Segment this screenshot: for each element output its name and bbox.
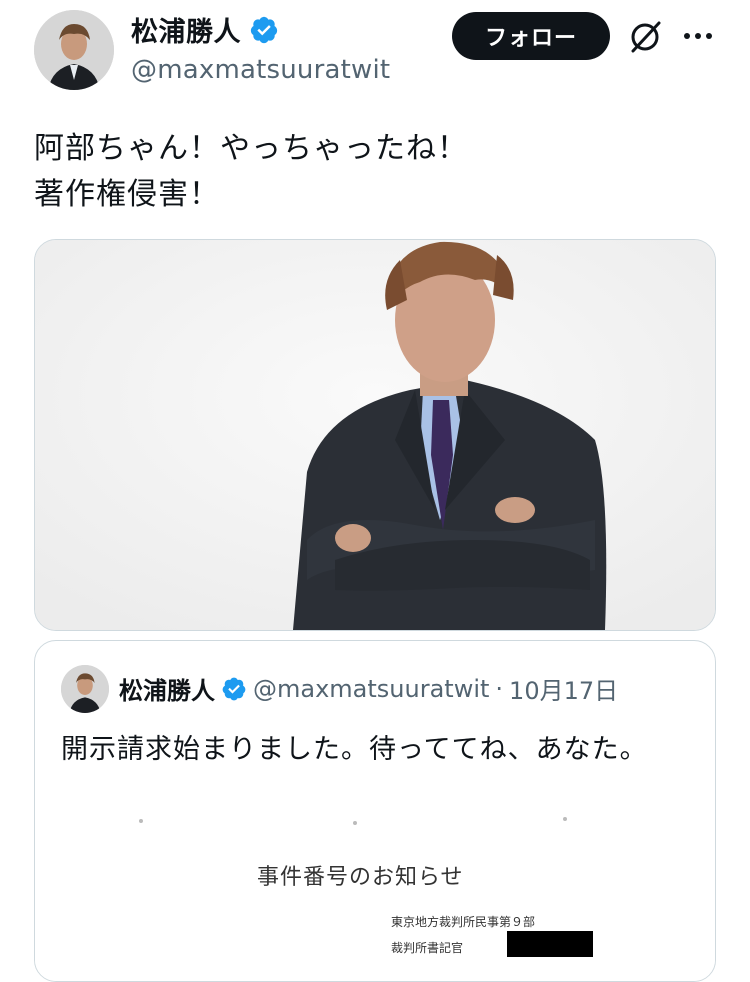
scan-speck: [353, 821, 357, 825]
author-name[interactable]: 松浦勝人: [131, 10, 241, 49]
quoted-author-name[interactable]: 松浦勝人: [119, 671, 215, 706]
more-dots-icon[interactable]: [680, 18, 716, 54]
author-avatar[interactable]: [34, 10, 114, 90]
verified-badge-icon: [222, 677, 246, 700]
separator-dot: ·: [495, 674, 504, 703]
quoted-tweet-date[interactable]: 10月17日: [509, 671, 618, 706]
photo-of-man-in-suit: [35, 240, 715, 630]
document-court: 東京地方裁判所民事第９部: [391, 915, 536, 929]
scan-speck: [563, 817, 567, 821]
quoted-tweet-header: 松浦勝人 @maxmatsuuratwit · 10月17日: [119, 671, 618, 706]
quoted-document-image: 事件番号のお知らせ 東京地方裁判所民事第９部 裁判所書記官: [35, 781, 715, 981]
quoted-author-handle: @maxmatsuuratwit: [253, 674, 490, 703]
tweet-media-card[interactable]: [34, 239, 716, 631]
quoted-tweet-card[interactable]: 松浦勝人 @maxmatsuuratwit · 10月17日 開示請求始まりまし…: [34, 640, 716, 982]
quoted-tweet-text: 開示請求始まりました。待っててね、あなた。: [61, 734, 648, 765]
follow-button[interactable]: フォロー: [452, 12, 610, 60]
document-clerk: 裁判所書記官: [391, 941, 464, 955]
tweet-text: 阿部ちゃん！やっちゃったね！ 著作権侵害！: [34, 126, 468, 218]
tweet-text-line: 阿部ちゃん！やっちゃったね！: [34, 131, 468, 166]
document-title: 事件番号のお知らせ: [257, 865, 464, 890]
author-handle[interactable]: @maxmatsuuratwit: [131, 55, 390, 85]
redaction-bar: [507, 931, 593, 957]
scan-speck: [139, 819, 143, 823]
author-name-row[interactable]: 松浦勝人: [131, 10, 279, 49]
tweet-text-line: 著作権侵害！: [34, 177, 220, 212]
verified-badge-icon: [250, 16, 278, 43]
quoted-author-avatar[interactable]: [61, 665, 109, 713]
grok-icon[interactable]: [626, 18, 664, 56]
